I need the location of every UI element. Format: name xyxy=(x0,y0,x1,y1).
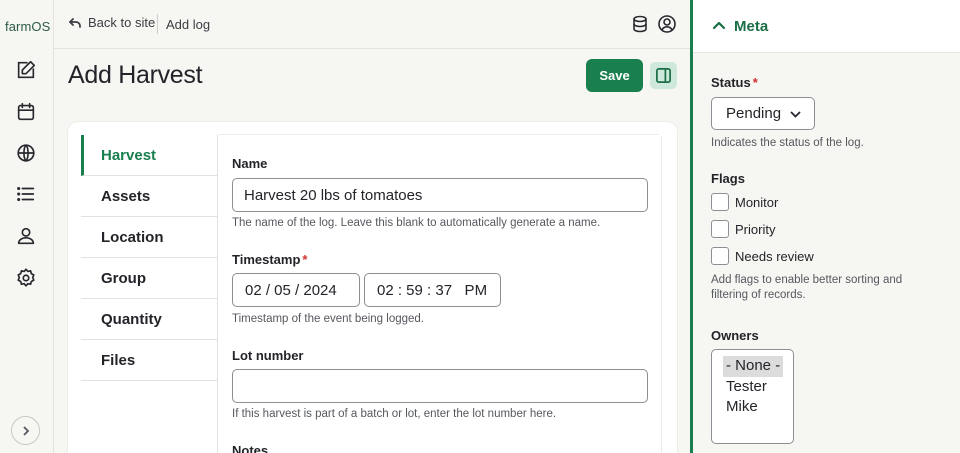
divider xyxy=(661,136,662,453)
breadcrumb: Add log xyxy=(166,17,211,32)
timestamp-label-text: Timestamp xyxy=(232,252,301,267)
tab-harvest[interactable]: Harvest xyxy=(81,135,218,176)
back-arrow-icon xyxy=(69,17,81,28)
tab-files[interactable]: Files xyxy=(81,340,218,381)
toggle-meta-panel-button[interactable] xyxy=(650,62,677,89)
flags-help-line: filtering of records. xyxy=(711,289,806,301)
flags-label: Flags xyxy=(711,171,745,186)
timestamp-help: Timestamp of the event being logged. xyxy=(232,313,424,325)
meta-panel-header[interactable]: Meta xyxy=(693,0,960,53)
flag-priority[interactable]: Priority xyxy=(711,220,775,238)
database-icon[interactable] xyxy=(630,14,650,34)
divider xyxy=(217,135,218,453)
flags-help-line: Add flags to enable better sorting and xyxy=(711,274,903,286)
status-help: Indicates the status of the log. xyxy=(711,137,864,149)
list-icon[interactable] xyxy=(14,182,38,206)
status-value: Pending xyxy=(726,105,782,122)
lot-number-input[interactable] xyxy=(232,369,648,403)
top-bar: Back to site Add log xyxy=(54,0,690,49)
page-title: Add Harvest xyxy=(68,61,203,89)
chevron-down-icon xyxy=(790,111,801,118)
globe-icon[interactable] xyxy=(14,141,38,165)
checkbox[interactable] xyxy=(711,247,729,265)
owner-option[interactable]: Mike xyxy=(723,397,761,418)
calendar-icon[interactable] xyxy=(14,100,38,124)
name-help: The name of the log. Leave this blank to… xyxy=(232,217,601,229)
status-select[interactable]: Pending xyxy=(711,97,815,130)
gear-icon[interactable] xyxy=(14,266,38,290)
tab-assets[interactable]: Assets xyxy=(81,176,218,217)
name-input[interactable]: Harvest 20 lbs of tomatoes xyxy=(232,178,648,212)
checkbox[interactable] xyxy=(711,193,729,211)
flag-monitor[interactable]: Monitor xyxy=(711,193,778,211)
time-input[interactable]: 02 : 59 : 37 PM xyxy=(364,273,501,307)
user-icon[interactable] xyxy=(14,224,38,248)
required-marker: * xyxy=(302,252,308,267)
edit-icon[interactable] xyxy=(14,58,38,82)
flag-label: Monitor xyxy=(735,194,779,210)
date-input[interactable]: 02 / 05 / 2024 xyxy=(232,273,360,307)
required-marker: * xyxy=(752,75,758,90)
timestamp-label: Timestamp * xyxy=(232,252,307,267)
expand-sidebar-button[interactable] xyxy=(11,416,40,445)
owners-label: Owners xyxy=(711,328,759,343)
divider xyxy=(218,134,659,135)
tab-quantity[interactable]: Quantity xyxy=(81,299,218,340)
checkbox[interactable] xyxy=(711,220,729,238)
brand-logo[interactable]: farmOS xyxy=(5,19,50,34)
meta-title: Meta xyxy=(734,17,769,35)
flag-label: Priority xyxy=(735,221,776,237)
breadcrumb-divider xyxy=(157,14,158,34)
lot-number-help: If this harvest is part of a batch or lo… xyxy=(232,408,557,420)
tab-group[interactable]: Group xyxy=(81,258,218,299)
owners-multiselect[interactable]: - None - Tester Mike xyxy=(711,349,794,444)
back-to-site-link[interactable]: Back to site xyxy=(68,15,155,30)
meta-panel: Meta Status * Pending Indicates the statu… xyxy=(690,0,960,453)
notes-label: Notes xyxy=(232,443,269,453)
sidebar-panel-icon xyxy=(656,68,671,83)
chevron-up-icon xyxy=(712,21,726,30)
save-button[interactable]: Save xyxy=(586,59,643,92)
back-link-label: Back to site xyxy=(88,15,156,30)
name-label: Name xyxy=(232,156,268,171)
chevron-right-icon xyxy=(22,425,29,436)
status-label: Status * xyxy=(711,75,758,90)
owner-option[interactable]: - None - xyxy=(723,356,784,377)
tab-location[interactable]: Location xyxy=(81,217,218,258)
account-icon[interactable] xyxy=(657,14,677,34)
owner-option[interactable]: Tester xyxy=(723,377,770,398)
form-tabs: Harvest Assets Location Group Quantity F… xyxy=(81,135,218,381)
flags-help: Add flags to enable better sorting and f… xyxy=(711,273,902,303)
flag-label: Needs review xyxy=(735,248,814,264)
lot-number-label: Lot number xyxy=(232,348,304,363)
flag-needs-review[interactable]: Needs review xyxy=(711,247,814,265)
left-sidebar: farmOS xyxy=(0,0,54,453)
status-label-text: Status xyxy=(711,75,751,90)
